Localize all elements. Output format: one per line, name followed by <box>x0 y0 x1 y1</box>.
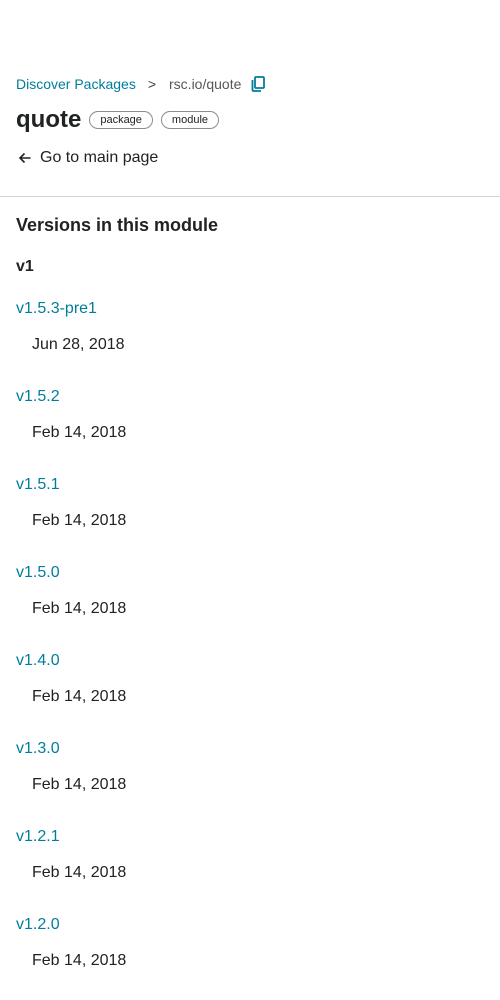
versions-section: Versions in this module v1 v1.5.3-pre1 J… <box>16 210 500 1000</box>
page-title: quote <box>16 106 82 133</box>
version-list: v1.5.3-pre1 Jun 28, 2018 v1.5.2 Feb 14, … <box>16 299 500 1000</box>
version-link[interactable]: v1.3.0 <box>16 739 60 759</box>
version-link[interactable]: v1.2.0 <box>16 915 60 935</box>
version-link[interactable]: v1.2.1 <box>16 827 60 847</box>
version-link[interactable]: v1.5.2 <box>16 387 60 407</box>
top-bar <box>0 0 500 56</box>
go-to-main-page-link[interactable]: Go to main page <box>16 148 500 168</box>
breadcrumb-discover-packages-link[interactable]: Discover Packages <box>16 76 136 92</box>
version-date: Feb 14, 2018 <box>32 424 127 441</box>
copy-icon <box>251 76 266 92</box>
version-date: Feb 14, 2018 <box>32 776 127 793</box>
version-link[interactable]: v1.5.3-pre1 <box>16 299 97 319</box>
version-date: Feb 14, 2018 <box>32 952 127 969</box>
versions-section-title: Versions in this module <box>16 215 219 235</box>
page: Discover Packages > rsc.io/quote quote p… <box>0 0 500 1000</box>
version-link[interactable]: v1.5.0 <box>16 563 60 583</box>
module-chip: module <box>160 111 219 129</box>
version-date: Feb 14, 2018 <box>32 864 127 881</box>
package-header: Discover Packages > rsc.io/quote quote p… <box>16 74 500 168</box>
go-to-main-page-label: Go to main page <box>40 149 159 166</box>
breadcrumb-separator: > <box>147 76 157 92</box>
version-item: v1.5.3-pre1 Jun 28, 2018 <box>16 299 500 387</box>
header-divider <box>0 196 500 197</box>
version-date: Feb 14, 2018 <box>32 688 127 705</box>
major-version-heading: v1 <box>16 258 34 275</box>
breadcrumb-current: rsc.io/quote <box>169 76 242 92</box>
copy-path-button[interactable] <box>249 75 267 93</box>
version-item: v1.2.0 Feb 14, 2018 <box>16 915 500 1000</box>
package-chip: package <box>89 111 153 129</box>
version-item: v1.4.0 Feb 14, 2018 <box>16 651 500 739</box>
version-link[interactable]: v1.5.1 <box>16 475 60 495</box>
breadcrumb: Discover Packages > rsc.io/quote <box>16 74 500 94</box>
version-item: v1.5.1 Feb 14, 2018 <box>16 475 500 563</box>
version-date: Feb 14, 2018 <box>32 600 127 617</box>
title-row: quote package module <box>16 106 500 134</box>
version-link[interactable]: v1.4.0 <box>16 651 60 671</box>
version-item: v1.5.2 Feb 14, 2018 <box>16 387 500 475</box>
version-item: v1.3.0 Feb 14, 2018 <box>16 739 500 827</box>
arrow-left-icon <box>18 152 31 164</box>
version-item: v1.2.1 Feb 14, 2018 <box>16 827 500 915</box>
version-date: Jun 28, 2018 <box>32 336 125 353</box>
version-date: Feb 14, 2018 <box>32 512 127 529</box>
version-item: v1.5.0 Feb 14, 2018 <box>16 563 500 651</box>
